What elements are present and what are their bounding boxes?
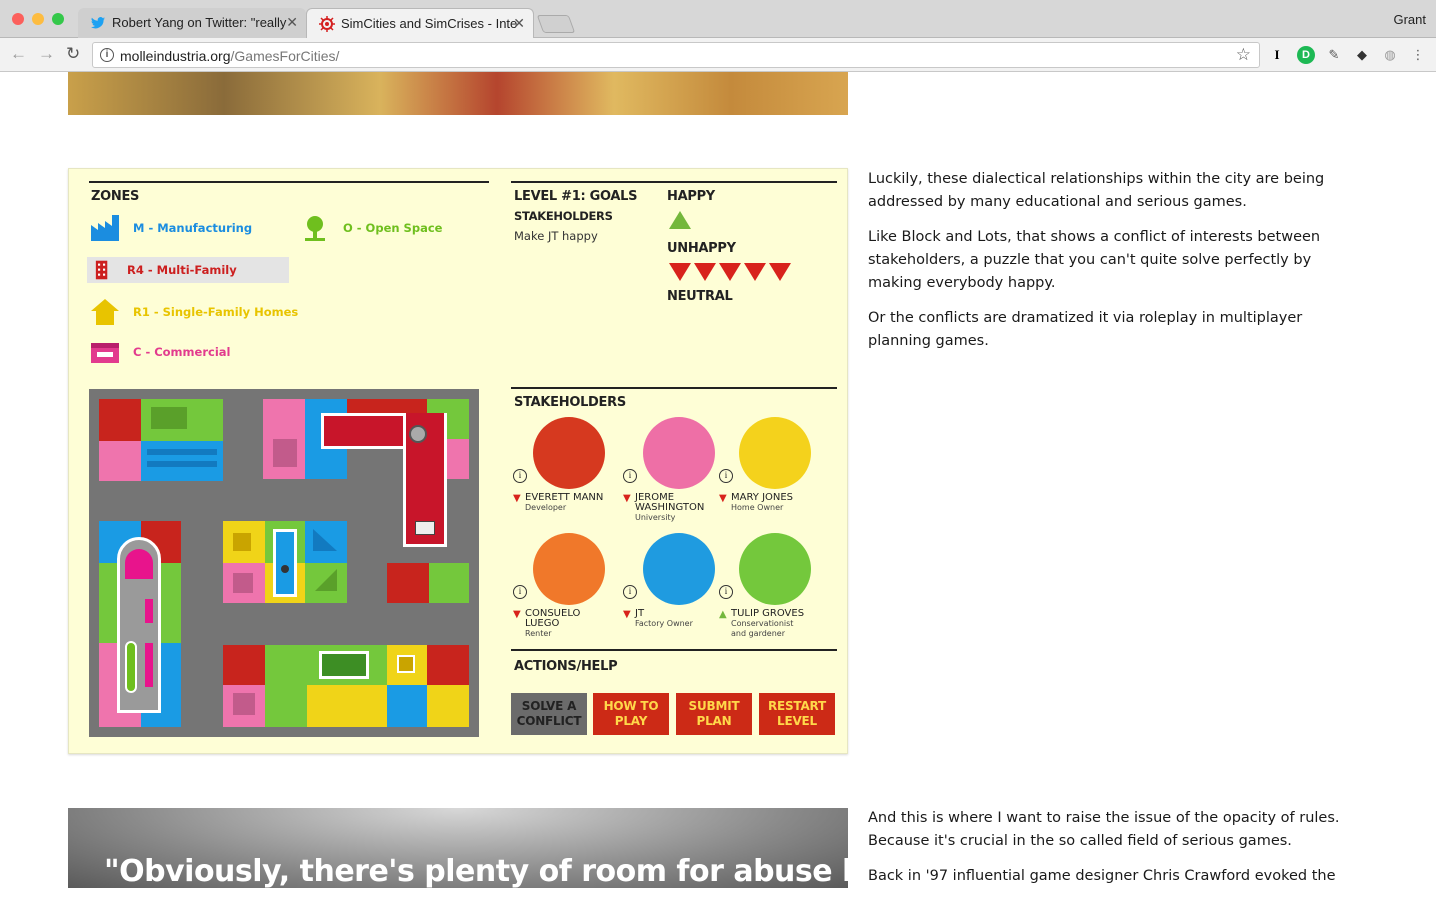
tab-strip: Robert Yang on Twitter: "really ✕ SimCit… [0,0,1436,38]
close-tab-icon[interactable]: ✕ [513,15,525,32]
profile-name[interactable]: Grant [1393,12,1426,27]
zone-single-family[interactable]: R1 - Single-Family Homes [91,299,298,325]
tab-simcities[interactable]: SimCities and SimCrises - Inte ✕ [306,8,534,38]
info-icon[interactable]: i [623,585,637,599]
article-paragraph: Or the conflicts are dramatized it via r… [868,310,1303,349]
stakeholder-card[interactable]: i ▼ CONSUELO LUEGO Renter [513,533,613,639]
info-icon[interactable]: i [719,469,733,483]
goals-rule [511,181,837,183]
tab-title: SimCities and SimCrises - Inte [341,16,518,31]
minimize-window-button[interactable] [32,13,44,25]
restart-level-button[interactable]: RESTART LEVEL [759,693,835,735]
everett-portrait [533,417,605,489]
stakeholders-heading: STAKEHOLDERS [514,395,626,410]
close-tab-icon[interactable]: ✕ [286,14,298,31]
zone-multi-family[interactable]: R4 - Multi-Family [87,257,289,283]
stakeholder-card[interactable]: i ▼ MARY JONES Home Owner [719,417,819,513]
article-paragraph: Luckily, these dialectical relationships… [868,171,1325,210]
info-icon[interactable]: i [623,469,637,483]
grammarly-icon[interactable]: D [1297,46,1315,64]
solve-conflict-button[interactable]: SOLVE A CONFLICT [511,693,587,735]
jerome-portrait [643,417,715,489]
article-paragraph: Like Block and Lots, that shows a confli… [868,229,1321,291]
new-tab-button[interactable] [536,15,576,33]
quote-text: "Obviously, there's plenty of room for a… [104,854,848,888]
stakeholders-rule [511,387,837,389]
back-arrow-icon[interactable]: ← [10,44,27,64]
shop-icon [91,343,119,363]
unhappy-label: UNHAPPY [667,241,736,256]
zoom-window-button[interactable] [52,13,64,25]
url-host: molleindustria.org [120,48,231,64]
info-icon[interactable]: i [513,585,527,599]
submit-plan-button[interactable]: SUBMIT PLAN [676,693,752,735]
happy-triangle-icon [669,211,691,229]
stakeholder-card[interactable]: i ▼ EVERETT MANN Developer [513,417,613,513]
info-icon[interactable]: i [100,48,114,62]
molleindustria-icon [319,16,335,32]
forward-arrow-icon[interactable]: → [38,44,55,64]
unhappy-triangles-icon [669,263,791,281]
tulip-portrait [739,533,811,605]
goals-heading: LEVEL #1: GOALS [514,189,638,204]
instapaper-icon[interactable]: I [1268,46,1286,64]
zones-rule [89,181,489,183]
blocks-and-lots-game: ZONES M - Manufacturing O - Open Space R… [68,168,848,754]
zones-heading: ZONES [91,189,140,204]
happy-label: HAPPY [667,189,715,204]
tab-twitter[interactable]: Robert Yang on Twitter: "really ✕ [78,8,306,38]
close-window-button[interactable] [12,13,24,25]
extension-icon[interactable]: ◆ [1353,46,1371,64]
quote-image: "Obviously, there's plenty of room for a… [68,808,848,888]
jt-portrait [643,533,715,605]
page-content: ZONES M - Manufacturing O - Open Space R… [0,72,1436,888]
consuelo-portrait [533,533,605,605]
neutral-label: NEUTRAL [667,289,733,304]
stakeholder-card[interactable]: i ▲ TULIP GROVES Conservationist and gard… [719,533,819,639]
city-board[interactable] [89,389,479,737]
zone-commercial[interactable]: C - Commercial [91,339,230,365]
reload-icon[interactable]: ↻ [66,44,80,64]
bookmark-star-icon[interactable]: ☆ [1236,45,1251,65]
factory-icon [91,215,119,241]
toolbar: ← → ↻ i molleindustria.org/GamesForCitie… [0,38,1436,72]
stakeholder-card[interactable]: i ▼ JEROME WASHINGTON University [623,417,723,523]
address-bar[interactable]: i molleindustria.org/GamesForCities/ ☆ [92,42,1260,68]
house-icon [91,299,119,325]
article-section-2: And this is where I want to raise the is… [868,807,1368,900]
twitter-icon [91,17,105,29]
info-icon[interactable]: i [513,469,527,483]
url-path: /GamesForCities/ [230,48,340,64]
menu-kebab-icon[interactable]: ⋮ [1409,46,1427,64]
zone-open-space[interactable]: O - Open Space [301,215,442,241]
goals-stakeholders-label: STAKEHOLDERS [514,209,613,223]
zone-manufacturing[interactable]: M - Manufacturing [91,215,252,241]
info-icon[interactable]: i [719,585,733,599]
goal-text: Make JT happy [514,229,598,243]
globe-icon[interactable]: ◍ [1381,46,1399,64]
eyedropper-icon[interactable]: ✎ [1325,46,1343,64]
board-game-photo [68,72,848,115]
how-to-play-button[interactable]: HOW TO PLAY [593,693,669,735]
browser-chrome: Robert Yang on Twitter: "really ✕ SimCit… [0,0,1436,72]
article-section-1: Luckily, these dialectical relationships… [868,168,1368,365]
actions-heading: ACTIONS/HELP [514,659,618,674]
tab-title: Robert Yang on Twitter: "really [112,15,287,30]
tree-icon [305,216,325,241]
actions-rule [511,649,837,651]
article-paragraph: And this is where I want to raise the is… [868,810,1340,849]
apartment-icon [95,260,108,280]
mary-portrait [739,417,811,489]
stakeholder-card[interactable]: i ▼ JT Factory Owner [623,533,723,629]
